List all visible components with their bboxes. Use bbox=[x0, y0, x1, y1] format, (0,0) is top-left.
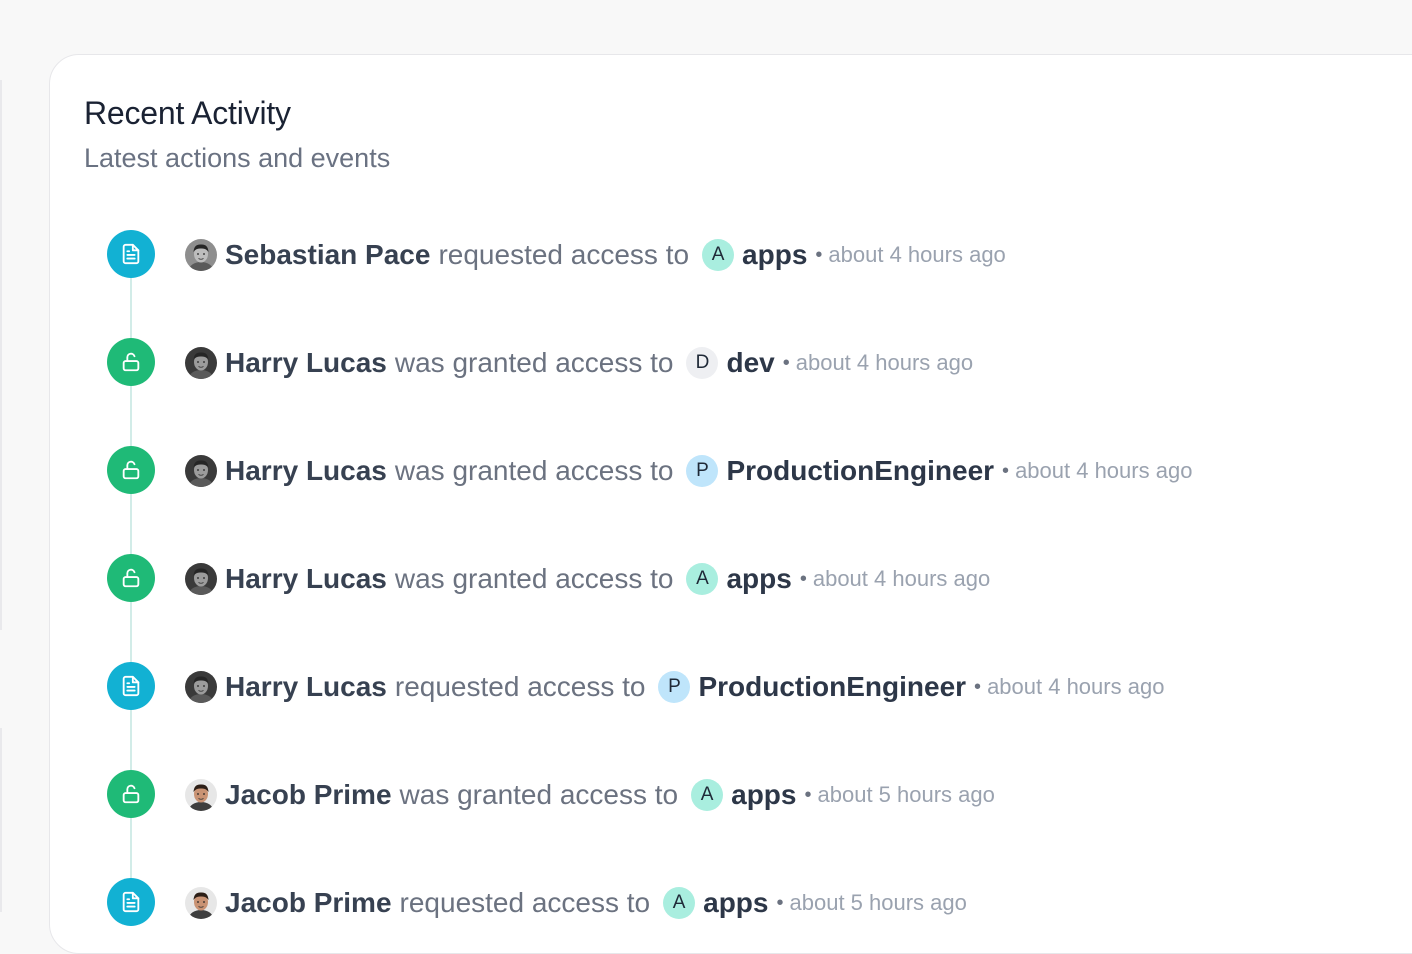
sidebar-edge bbox=[0, 80, 2, 630]
action-text: was granted access to bbox=[394, 347, 674, 378]
unlock-icon bbox=[107, 446, 155, 494]
action-text: was granted access to bbox=[399, 779, 679, 810]
separator-dot: • bbox=[782, 351, 790, 374]
timeline-connector bbox=[130, 278, 132, 338]
activity-text: Sebastian Pace requested access to Aapps • a… bbox=[185, 238, 1006, 272]
resource-name[interactable]: ProductionEngineer bbox=[698, 671, 966, 703]
activity-timeline: Sebastian Pace requested access to Aapps • a… bbox=[50, 55, 1412, 953]
activity-text: Harry Lucas was granted access to Ddev • abo… bbox=[185, 346, 973, 380]
activity-item: Jacob Prime requested access to Aapps • abou… bbox=[107, 878, 1407, 928]
separator-dot: • bbox=[799, 567, 807, 590]
activity-text: Harry Lucas was granted access to P Product… bbox=[185, 454, 1192, 488]
resource-name[interactable]: apps bbox=[731, 779, 796, 811]
actor-name[interactable]: Jacob Prime bbox=[225, 887, 392, 919]
user-avatar[interactable] bbox=[185, 671, 217, 703]
recent-activity-card: Recent Activity Latest actions and event… bbox=[49, 54, 1412, 954]
action-text: requested access to bbox=[399, 887, 651, 918]
actor-name[interactable]: Sebastian Pace bbox=[225, 239, 430, 271]
timestamp: about 5 hours ago bbox=[817, 782, 995, 807]
timestamp: about 4 hours ago bbox=[795, 350, 974, 375]
user-avatar[interactable] bbox=[185, 455, 217, 487]
activity-item: Harry Lucas requested access to P Productio… bbox=[107, 662, 1407, 712]
timestamp: about 4 hours ago bbox=[1015, 458, 1193, 483]
actor-name[interactable]: Harry Lucas bbox=[225, 455, 387, 487]
timestamp: about 4 hours ago bbox=[828, 242, 1006, 267]
resource-badge: A bbox=[663, 887, 696, 919]
separator-dot: • bbox=[815, 243, 823, 266]
user-avatar[interactable] bbox=[185, 563, 217, 595]
activity-item: Harry Lucas was granted access to Aapps • ab… bbox=[107, 554, 1407, 604]
action-text: was granted access to bbox=[394, 563, 674, 594]
user-avatar[interactable] bbox=[185, 239, 217, 271]
user-avatar[interactable] bbox=[185, 347, 217, 379]
actor-name[interactable]: Harry Lucas bbox=[225, 347, 387, 379]
resource-badge: A bbox=[691, 779, 724, 811]
actor-name[interactable]: Jacob Prime bbox=[225, 779, 392, 811]
activity-item: Jacob Prime was granted access to Aapps • ab… bbox=[107, 770, 1407, 820]
actor-name[interactable]: Harry Lucas bbox=[225, 563, 387, 595]
resource-badge: P bbox=[686, 455, 719, 487]
sidebar-edge-lower bbox=[0, 728, 2, 912]
resource-badge: A bbox=[702, 239, 735, 271]
resource-name[interactable]: apps bbox=[742, 239, 807, 271]
action-text: was granted access to bbox=[394, 455, 674, 486]
resource-badge: A bbox=[686, 563, 719, 595]
activity-text: Harry Lucas requested access to P Productio… bbox=[185, 670, 1164, 704]
timestamp: about 4 hours ago bbox=[812, 566, 991, 591]
document-icon bbox=[107, 230, 155, 278]
resource-name[interactable]: apps bbox=[703, 887, 768, 919]
separator-dot: • bbox=[776, 891, 784, 914]
separator-dot: • bbox=[804, 783, 812, 806]
resource-name[interactable]: apps bbox=[726, 563, 791, 595]
separator-dot: • bbox=[1002, 459, 1010, 482]
timeline-connector bbox=[130, 818, 132, 878]
unlock-icon bbox=[107, 338, 155, 386]
timeline-connector bbox=[130, 710, 132, 770]
activity-item: Sebastian Pace requested access to Aapps • a… bbox=[107, 230, 1407, 280]
activity-text: Jacob Prime was granted access to Aapps • ab… bbox=[185, 778, 995, 812]
timestamp: about 5 hours ago bbox=[789, 890, 967, 915]
activity-text: Jacob Prime requested access to Aapps • abou… bbox=[185, 886, 967, 920]
unlock-icon bbox=[107, 770, 155, 818]
timeline-connector bbox=[130, 386, 132, 446]
action-text: requested access to bbox=[394, 671, 646, 702]
timestamp: about 4 hours ago bbox=[987, 674, 1165, 699]
activity-text: Harry Lucas was granted access to Aapps • ab… bbox=[185, 562, 990, 596]
activity-item: Harry Lucas was granted access to P Product… bbox=[107, 446, 1407, 496]
unlock-icon bbox=[107, 554, 155, 602]
action-text: requested access to bbox=[438, 239, 690, 270]
resource-badge: D bbox=[686, 347, 719, 379]
document-icon bbox=[107, 878, 155, 926]
resource-badge: P bbox=[658, 671, 691, 703]
user-avatar[interactable] bbox=[185, 887, 217, 919]
document-icon bbox=[107, 662, 155, 710]
timeline-connector bbox=[130, 602, 132, 662]
activity-item: Harry Lucas was granted access to Ddev • abo… bbox=[107, 338, 1407, 388]
actor-name[interactable]: Harry Lucas bbox=[225, 671, 387, 703]
timeline-connector bbox=[130, 494, 132, 554]
resource-name[interactable]: dev bbox=[726, 347, 774, 379]
resource-name[interactable]: ProductionEngineer bbox=[726, 455, 994, 487]
user-avatar[interactable] bbox=[185, 779, 217, 811]
separator-dot: • bbox=[974, 675, 982, 698]
